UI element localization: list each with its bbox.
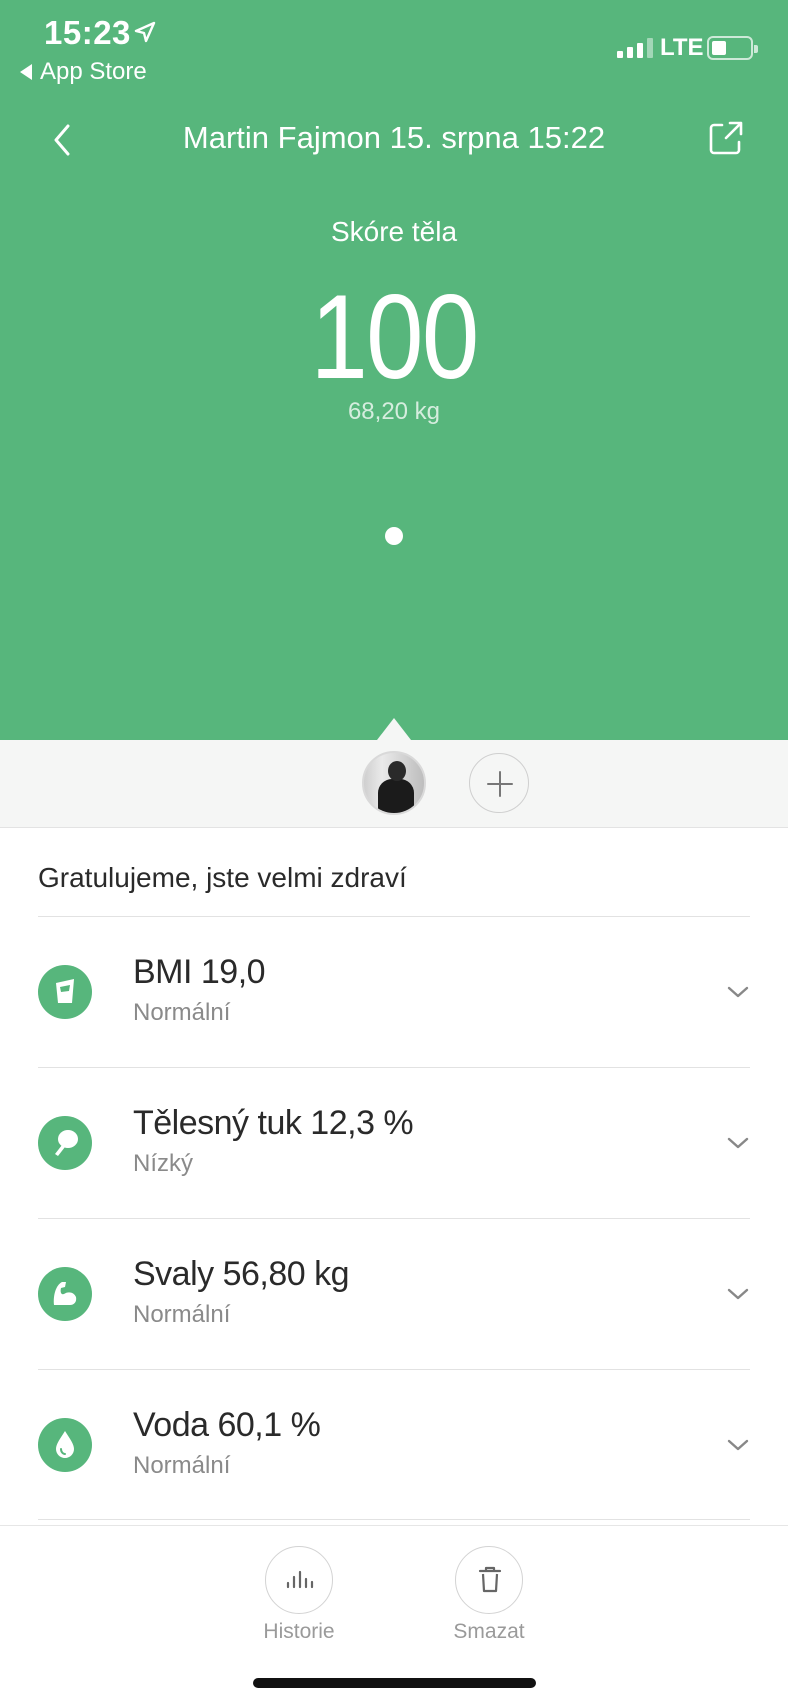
divider xyxy=(38,1519,750,1520)
bar-chart-icon xyxy=(286,1570,314,1589)
history-button[interactable] xyxy=(265,1546,333,1614)
metric-status: Normální xyxy=(133,1301,231,1328)
metric-status: Nízký xyxy=(133,1150,193,1177)
share-icon[interactable] xyxy=(706,118,746,158)
navigation-bar: Martin Fajmon 15. srpna 15:22 xyxy=(0,110,788,170)
metric-row-bmi[interactable]: BMI 19,0 Normální xyxy=(0,917,788,1067)
body-fat-icon xyxy=(38,1116,92,1170)
score-label: Skóre těla xyxy=(330,216,458,247)
metric-status: Normální xyxy=(133,1452,231,1479)
trash-icon xyxy=(478,1566,502,1593)
metric-title: BMI 19,0 xyxy=(133,953,266,991)
status-time: 15:23 xyxy=(44,14,131,51)
selected-profile-pointer xyxy=(377,718,411,740)
metric-row-muscle[interactable]: Svaly 56,80 kg Normální xyxy=(0,1219,788,1369)
page-title: Martin Fajmon 15. srpna 15:22 xyxy=(182,120,606,155)
delete-button[interactable] xyxy=(455,1546,523,1614)
metric-status: Normální xyxy=(133,999,231,1026)
weight-value: 68,20 kg xyxy=(347,398,441,425)
chevron-down-icon xyxy=(727,1288,749,1300)
metric-title: Tělesný tuk 12,3 % xyxy=(133,1104,414,1142)
metric-title: Voda 60,1 % xyxy=(133,1406,321,1444)
water-drop-icon xyxy=(38,1418,92,1472)
metric-row-body-fat[interactable]: Tělesný tuk 12,3 % Nízký xyxy=(0,1068,788,1218)
add-profile-button[interactable] xyxy=(469,753,529,813)
page-indicator-dot xyxy=(385,527,403,545)
cellular-signal-icon xyxy=(617,38,653,58)
plus-icon xyxy=(487,771,513,797)
battery-icon xyxy=(707,36,758,60)
chevron-down-icon xyxy=(727,986,749,998)
delete-label[interactable]: Smazat xyxy=(419,1620,559,1644)
metric-row-water[interactable]: Voda 60,1 % Normální xyxy=(0,1370,788,1520)
location-arrow-icon xyxy=(134,21,156,43)
home-indicator[interactable] xyxy=(253,1678,536,1688)
score-value: 100 xyxy=(310,270,479,404)
muscle-icon xyxy=(38,1267,92,1321)
back-to-app-store[interactable]: App Store xyxy=(20,58,147,86)
history-label[interactable]: Historie xyxy=(229,1620,369,1644)
health-summary: Gratulujeme, jste velmi zdraví xyxy=(38,862,407,893)
bmi-icon xyxy=(38,965,92,1019)
score-header: 15:23 App Store LTE Martin Fajmon 15. sr… xyxy=(0,0,788,740)
back-app-label: App Store xyxy=(40,58,147,85)
chevron-down-icon xyxy=(727,1137,749,1149)
screen: 15:23 App Store LTE Martin Fajmon 15. sr… xyxy=(0,0,788,1707)
chevron-down-icon xyxy=(727,1439,749,1451)
avatar[interactable] xyxy=(362,751,426,815)
network-type: LTE xyxy=(660,34,704,61)
back-triangle-icon xyxy=(20,64,32,80)
status-bar: 15:23 App Store LTE xyxy=(0,0,788,96)
metric-title: Svaly 56,80 kg xyxy=(133,1255,350,1293)
